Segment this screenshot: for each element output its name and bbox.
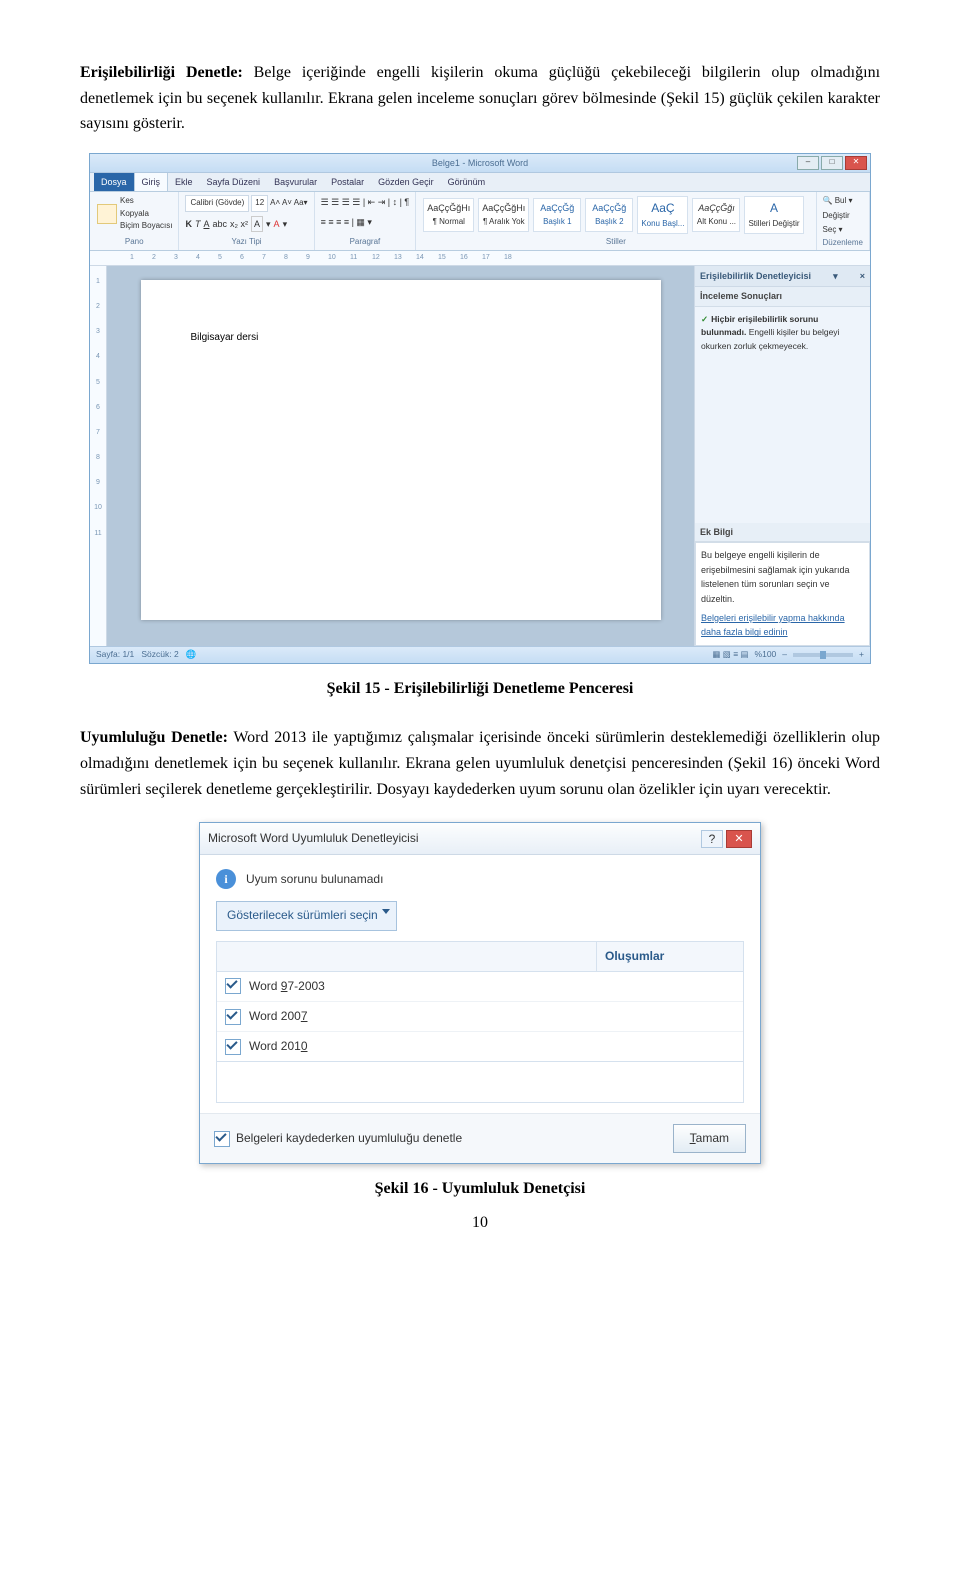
group-paragraph: ☰ ☰ ☰ ☰ | ⇤ ⇥ | ↕ | ¶ ≡ ≡ ≡ ≡ | ▦ ▾ Para… xyxy=(315,192,417,250)
group-label-font: Yazı Tipi xyxy=(185,236,307,249)
panel-ek-text: Bu belgeye engelli kişilerin de erişebil… xyxy=(701,548,864,606)
panel-title: Erişilebilirlik Denetleyicisi xyxy=(700,269,811,283)
close-icon[interactable]: ✕ xyxy=(845,156,867,170)
group-editing: 🔍 Bul ▾ Değiştir Seç ▾ Düzenleme xyxy=(817,192,870,250)
autocheck-option[interactable]: Belgeleri kaydederken uyumluluğu denetle xyxy=(214,1129,462,1148)
checkmark-icon xyxy=(225,978,241,994)
change-styles[interactable]: AStilleri Değiştir xyxy=(744,196,803,234)
style-title[interactable]: AaÇKonu Başl... xyxy=(637,196,688,234)
word-screenshot: Belge1 - Microsoft Word – □ ✕ Dosya Giri… xyxy=(89,153,871,664)
panel-close-icon[interactable]: × xyxy=(860,269,865,283)
panel-subtitle: İnceleme Sonuçları xyxy=(695,287,870,306)
tab-home[interactable]: Giriş xyxy=(134,172,169,191)
document-area[interactable]: Bilgisayar dersi xyxy=(107,266,694,646)
view-icons[interactable]: ▦ ▧ ≡ ▤ xyxy=(712,648,748,662)
zoom-level: %100 xyxy=(755,648,777,662)
info-icon: i xyxy=(216,869,236,889)
status-words: Sözcük: 2 xyxy=(141,649,178,659)
dialog-close-icon[interactable]: ✕ xyxy=(726,830,752,848)
opt-word-97-2003[interactable]: Word 97-2003 xyxy=(217,972,743,1002)
page-number: 10 xyxy=(80,1210,880,1236)
style-h1[interactable]: AaÇçĞğBaşlık 1 xyxy=(533,198,581,232)
zoom-out-icon[interactable]: – xyxy=(782,648,787,662)
opt-word-2007[interactable]: Word 2007 xyxy=(217,1002,743,1032)
tab-layout[interactable]: Sayfa Düzeni xyxy=(200,173,268,191)
document-text: Bilgisayar dersi xyxy=(191,332,259,343)
zoom-slider[interactable] xyxy=(793,653,853,657)
group-font: Calibri (Gövde) 12 A˄ A˅ Aa▾ K T A abc x… xyxy=(179,192,314,250)
checkmark-icon xyxy=(214,1131,230,1147)
group-label-styles: Stiller xyxy=(422,236,809,249)
tab-ref[interactable]: Başvurular xyxy=(267,173,324,191)
cut-button[interactable]: Kes xyxy=(120,195,172,208)
tab-view[interactable]: Görünüm xyxy=(441,173,493,191)
select-button[interactable]: Seç ▾ xyxy=(823,224,843,237)
panel-ek-title: Ek Bilgi xyxy=(695,523,870,542)
find-button[interactable]: 🔍 Bul ▾ xyxy=(823,195,853,208)
replace-button[interactable]: Değiştir xyxy=(823,210,850,223)
group-label-editing: Düzenleme xyxy=(823,237,863,250)
status-bar: Sayfa: 1/1 Sözcük: 2 🌐 ▦ ▧ ≡ ▤ %100 – + xyxy=(90,646,870,663)
checkmark-icon xyxy=(225,1039,241,1055)
ribbon-tabs: Dosya Giriş Ekle Sayfa Düzeni Başvurular… xyxy=(90,173,870,192)
panel-help-link[interactable]: Belgeleri erişilebilir yapma hakkında da… xyxy=(701,613,845,637)
tab-file[interactable]: Dosya xyxy=(94,173,134,191)
paste-icon[interactable] xyxy=(97,204,117,224)
info-text: Uyum sorunu bulunamadı xyxy=(246,870,383,889)
ok-button[interactable]: Tamam xyxy=(673,1124,746,1153)
window-title: Belge1 - Microsoft Word xyxy=(432,156,528,170)
status-page: Sayfa: 1/1 xyxy=(96,649,134,659)
help-icon[interactable]: ? xyxy=(701,830,723,848)
lang-icon[interactable]: 🌐 xyxy=(186,649,197,659)
style-nospace[interactable]: AaÇçĞğHı¶ Aralık Yok xyxy=(478,198,529,232)
chevron-down-icon xyxy=(382,909,390,914)
minimize-icon[interactable]: – xyxy=(797,156,819,170)
opt-word-2010[interactable]: Word 2010 xyxy=(217,1032,743,1061)
dialog-footer: Belgeleri kaydederken uyumluluğu denetle… xyxy=(200,1113,760,1163)
style-normal[interactable]: AaÇçĞğHı¶ Normal xyxy=(423,198,474,232)
tab-insert[interactable]: Ekle xyxy=(168,173,200,191)
dialog-titlebar: Microsoft Word Uyumluluk Denetleyicisi ?… xyxy=(200,823,760,855)
ruler-horizontal: 123456789101112131415161718 xyxy=(90,251,870,266)
dialog-title: Microsoft Word Uyumluluk Denetleyicisi xyxy=(208,829,419,848)
group-label-paragraph: Paragraf xyxy=(321,236,410,249)
font-size[interactable]: 12 xyxy=(251,195,268,212)
ribbon: Kes Kopyala Biçim Boyacısı Pano Calibri … xyxy=(90,192,870,251)
painter-button[interactable]: Biçim Boyacısı xyxy=(120,220,172,233)
empty-list-area xyxy=(216,1062,744,1103)
col-occurrences: Oluşumlar xyxy=(597,942,743,971)
compat-dialog: Microsoft Word Uyumluluk Denetleyicisi ?… xyxy=(199,822,761,1164)
info-row: i Uyum sorunu bulunamadı xyxy=(216,869,744,889)
group-clipboard: Kes Kopyala Biçim Boyacısı Pano xyxy=(90,192,179,250)
style-subtitle[interactable]: AaÇçĞğıAlt Konu ... xyxy=(692,198,740,232)
version-options: Word 97-2003 Word 2007 Word 2010 xyxy=(216,971,744,1063)
group-label-pano: Pano xyxy=(96,236,172,249)
font-name[interactable]: Calibri (Gövde) xyxy=(185,195,249,212)
group-styles: AaÇçĞğHı¶ Normal AaÇçĞğHı¶ Aralık Yok Aa… xyxy=(416,192,816,250)
check-icon: ✓ xyxy=(701,314,708,324)
panel-caret[interactable]: ▾ xyxy=(833,269,838,283)
figure-15-caption: Şekil 15 - Erişilebilirliği Denetleme Pe… xyxy=(80,676,880,702)
panel-extra-info: Bu belgeye engelli kişilerin de erişebil… xyxy=(695,542,870,645)
para2-lead: Uyumluluğu Denetle: xyxy=(80,729,228,746)
zoom-in-icon[interactable]: + xyxy=(859,648,864,662)
ruler-vertical: 1234567891011 xyxy=(90,266,107,646)
copy-button[interactable]: Kopyala xyxy=(120,208,172,221)
accessibility-panel: Erişilebilirlik Denetleyicisi ▾ × İncele… xyxy=(694,266,870,646)
figure-16-caption: Şekil 16 - Uyumluluk Denetçisi xyxy=(80,1176,880,1202)
document-page[interactable]: Bilgisayar dersi xyxy=(141,280,661,620)
maximize-icon[interactable]: □ xyxy=(821,156,843,170)
style-h2[interactable]: AaÇçĞğBaşlık 2 xyxy=(585,198,633,232)
tab-mail[interactable]: Postalar xyxy=(324,173,371,191)
tab-review[interactable]: Gözden Geçir xyxy=(371,173,441,191)
para1-lead: Erişilebilirliği Denetle: xyxy=(80,64,243,81)
checkmark-icon xyxy=(225,1009,241,1025)
table-header: Oluşumlar xyxy=(216,941,744,971)
title-bar: Belge1 - Microsoft Word – □ ✕ xyxy=(90,154,870,173)
versions-dropdown[interactable]: Gösterilecek sürümleri seçin xyxy=(216,901,397,930)
